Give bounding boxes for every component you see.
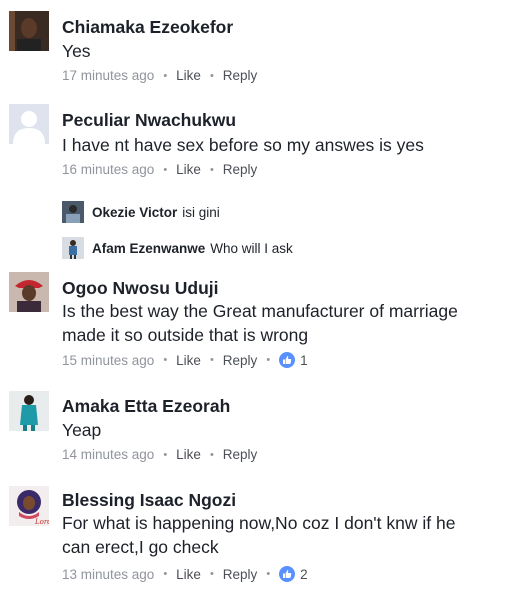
reply-name[interactable]: Okezie Victor — [92, 205, 177, 220]
reply-1: Okezie Victor isi gini — [62, 201, 220, 223]
separator-dot: • — [163, 69, 168, 82]
comment-text: I have nt have sex before so my answes i… — [62, 135, 424, 155]
like-button[interactable]: Like — [176, 447, 201, 462]
separator-dot: • — [209, 69, 214, 82]
reaction-count[interactable]: 1 — [279, 352, 308, 368]
reaction-count[interactable]: 2 — [279, 566, 308, 582]
like-count-value: 1 — [300, 352, 308, 368]
timestamp: 14 minutes ago — [62, 447, 155, 462]
commenter-name[interactable]: Peculiar Nwachukwu — [62, 110, 236, 131]
reply-button[interactable]: Reply — [223, 447, 258, 462]
like-button[interactable]: Like — [176, 567, 201, 582]
commenter-name[interactable]: Blessing Isaac Ngozi — [62, 490, 236, 511]
separator-dot: • — [163, 568, 168, 580]
reply-name[interactable]: Afam Ezenwanwe — [92, 241, 205, 256]
timestamp: 16 minutes ago — [62, 162, 155, 177]
comment-text: Is the best way the Great manufacturer o… — [62, 301, 458, 345]
reply-button[interactable]: Reply — [223, 353, 258, 368]
thumbs-up-icon — [279, 566, 296, 582]
like-count-value: 2 — [300, 566, 308, 582]
reply-button[interactable]: Reply — [223, 567, 258, 582]
comment-meta: 16 minutes ago • Like • Reply — [62, 162, 257, 177]
timestamp: 13 minutes ago — [62, 566, 155, 582]
separator-dot: • — [209, 568, 214, 580]
reply-button[interactable]: Reply — [223, 162, 258, 177]
comment-text: Yeap — [62, 420, 102, 440]
timestamp: 17 minutes ago — [62, 68, 155, 83]
comment-meta: 14 minutes ago • Like • Reply — [62, 447, 257, 462]
svg-text:Lord: Lord — [34, 518, 49, 526]
commenter-name[interactable]: Amaka Etta Ezeorah — [62, 396, 230, 417]
avatar-placeholder[interactable] — [9, 104, 49, 144]
separator-dot: • — [266, 568, 271, 580]
avatar[interactable] — [9, 272, 49, 312]
commenter-name[interactable]: Ogoo Nwosu Uduji — [62, 278, 219, 299]
comment-text: Yes — [62, 41, 91, 61]
separator-dot: • — [163, 448, 168, 461]
reply-2: Afam Ezenwanwe Who will I ask — [62, 237, 293, 259]
comment-meta: 13 minutes ago • Like • Reply • 2 — [62, 566, 308, 582]
like-button[interactable]: Like — [176, 162, 201, 177]
reply-avatar[interactable] — [62, 201, 84, 223]
separator-dot: • — [266, 354, 271, 366]
reply-text: isi gini — [182, 204, 220, 220]
commenter-name[interactable]: Chiamaka Ezeokefor — [62, 17, 233, 38]
separator-dot: • — [209, 163, 214, 176]
comment-text: For what is happening now,No coz I don't… — [62, 513, 456, 557]
reply-avatar[interactable] — [62, 237, 84, 259]
separator-dot: • — [209, 448, 214, 461]
comment-meta: 15 minutes ago • Like • Reply • 1 — [62, 352, 308, 368]
avatar[interactable]: Lord — [9, 486, 49, 526]
separator-dot: • — [163, 354, 168, 366]
like-button[interactable]: Like — [176, 353, 201, 368]
separator-dot: • — [163, 163, 168, 176]
avatar[interactable] — [9, 391, 49, 431]
timestamp: 15 minutes ago — [62, 352, 155, 368]
avatar[interactable] — [9, 11, 49, 51]
like-button[interactable]: Like — [176, 68, 201, 83]
comment-meta: 17 minutes ago • Like • Reply — [62, 68, 257, 83]
reply-text: Who will I ask — [210, 240, 293, 256]
thumbs-up-icon — [279, 352, 296, 368]
reply-button[interactable]: Reply — [223, 68, 258, 83]
separator-dot: • — [209, 354, 214, 366]
